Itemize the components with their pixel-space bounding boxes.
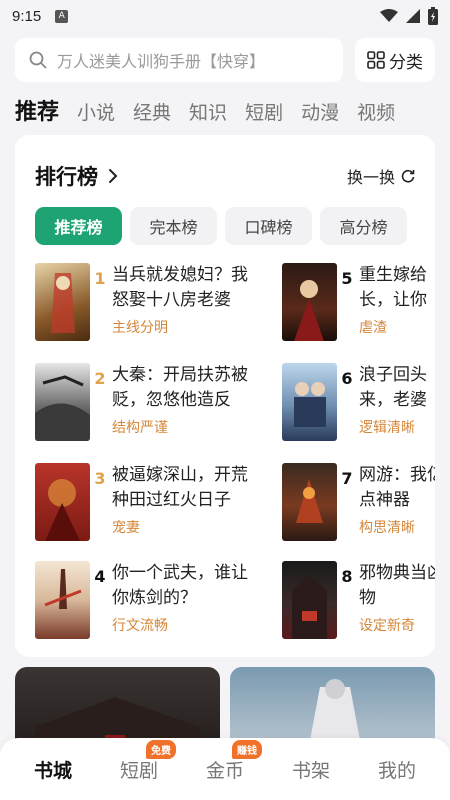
refresh-button[interactable]: 换一换 — [347, 164, 415, 188]
rank-number: 2 — [94, 369, 106, 388]
list-item[interactable]: 3 被逼嫁深山，开荒种田过红火日子宠妻 — [35, 463, 280, 543]
book-cover — [282, 263, 337, 341]
tab-anime[interactable]: 动漫 — [301, 98, 339, 125]
book-title: 被逼嫁深山，开荒种田过红火日子 — [112, 465, 248, 510]
category-label: 分类 — [389, 52, 423, 73]
battery-icon — [428, 7, 438, 25]
book-tag: 逻辑清晰 — [359, 420, 415, 436]
tab-novel[interactable]: 小说 — [77, 98, 115, 125]
earn-badge: 赚钱 — [231, 739, 262, 759]
refresh-icon — [401, 169, 415, 183]
wifi-icon — [380, 9, 398, 22]
book-cover — [282, 561, 337, 639]
ranking-title[interactable]: 排行榜 — [35, 161, 98, 191]
ranking-card: 排行榜 换一换 推荐榜 完本榜 口碑榜 高分榜 1 当兵就发媳妇？我怒娶十八房老… — [15, 135, 435, 657]
book-tag: 主线分明 — [112, 320, 168, 336]
tab-recommend[interactable]: 推荐 — [15, 94, 59, 126]
book-cover — [282, 463, 337, 541]
free-badge: 免费 — [145, 739, 176, 759]
signal-icon — [406, 9, 420, 23]
book-tag: 行文流畅 — [112, 618, 168, 634]
search-row: 万人迷美人训狗手册【快穿】 分类 — [15, 38, 435, 82]
nav-label: 书城 — [33, 759, 72, 782]
chevron-right-icon[interactable] — [108, 168, 118, 184]
list-item[interactable]: 1 当兵就发媳妇？我怒娶十八房老婆主线分明 — [35, 263, 280, 343]
list-item[interactable]: 4 你一个武夫，谁让你炼剑的？ 行文流畅 — [35, 561, 280, 641]
top-tabs: 推荐 小说 经典 知识 短剧 动漫 视频 — [15, 94, 395, 126]
list-item[interactable]: 5 重生嫁给长，让你虐渣 — [282, 263, 435, 343]
pill-high-score[interactable]: 高分榜 — [320, 207, 407, 245]
rank-number: 3 — [94, 469, 106, 488]
book-cover — [282, 363, 337, 441]
status-time: 9:15 — [12, 7, 42, 25]
status-bar: 9:15 A — [0, 0, 450, 32]
pill-recommend[interactable]: 推荐榜 — [35, 207, 122, 245]
search-input[interactable]: 万人迷美人训狗手册【快穿】 — [15, 38, 343, 82]
book-cover — [35, 561, 90, 639]
search-icon — [29, 51, 47, 69]
rank-number: 7 — [341, 469, 353, 488]
book-tag: 构思清晰 — [359, 520, 415, 536]
list-item[interactable]: 2 大秦：开局扶苏被贬，忽悠他造反结构严谨 — [35, 363, 280, 443]
nav-bookstore[interactable]: 书城 — [34, 756, 72, 783]
rank-number: 6 — [341, 369, 353, 388]
nav-bookshelf[interactable]: 书架 — [292, 756, 330, 783]
list-item[interactable]: 6 浪子回头来，老婆逻辑清晰 — [282, 363, 435, 443]
book-title: 大秦：开局扶苏被贬，忽悠他造反 — [112, 365, 248, 410]
book-tag: 设定新奇 — [359, 618, 415, 634]
tab-knowledge[interactable]: 知识 — [189, 98, 227, 125]
book-cover — [35, 463, 90, 541]
ranking-sub-tabs: 推荐榜 完本榜 口碑榜 高分榜 — [35, 207, 407, 245]
nav-profile[interactable]: 我的 — [378, 756, 416, 783]
book-title: 邪物典当凶物 — [359, 563, 435, 608]
nav-coins[interactable]: 金币 赚钱 — [205, 739, 262, 783]
category-button[interactable]: 分类 — [355, 38, 435, 82]
rank-number: 4 — [94, 567, 106, 586]
book-title: 当兵就发媳妇？我怒娶十八房老婆 — [112, 265, 248, 310]
book-title: 网游：我亿点神器 — [359, 465, 435, 510]
list-item[interactable]: 8 邪物典当凶物设定新奇 — [282, 561, 435, 641]
book-tag: 宠妻 — [112, 520, 140, 536]
grid-icon — [367, 51, 385, 69]
list-item[interactable]: 7 网游：我亿点神器构思清晰 — [282, 463, 435, 543]
refresh-label: 换一换 — [346, 168, 395, 187]
rank-number: 5 — [341, 269, 353, 288]
nav-label: 金币 — [205, 759, 244, 782]
book-tag: 虐渣 — [359, 320, 387, 336]
book-title: 重生嫁给长，让你 — [359, 265, 427, 310]
ranking-header: 排行榜 换一换 — [35, 161, 415, 191]
nav-short-drama[interactable]: 短剧 免费 — [119, 739, 176, 783]
book-cover — [35, 363, 90, 441]
nav-label: 我的 — [377, 759, 416, 782]
nav-label: 短剧 — [119, 759, 158, 782]
tab-short-drama[interactable]: 短剧 — [245, 98, 283, 125]
tab-classic[interactable]: 经典 — [133, 98, 171, 125]
rank-number: 1 — [94, 269, 106, 288]
search-placeholder: 万人迷美人训狗手册【快穿】 — [57, 52, 266, 71]
book-title: 你一个武夫，谁让你炼剑的？ — [112, 563, 248, 608]
bottom-nav: 书城 短剧 免费 金币 赚钱 书架 我的 — [0, 738, 450, 800]
book-tag: 结构严谨 — [112, 420, 168, 436]
tab-video[interactable]: 视频 — [357, 98, 395, 125]
book-title: 浪子回头来，老婆 — [359, 365, 427, 410]
nav-label: 书架 — [291, 759, 330, 782]
pill-complete[interactable]: 完本榜 — [130, 207, 217, 245]
pill-reputation[interactable]: 口碑榜 — [225, 207, 312, 245]
notification-icon: A — [55, 9, 69, 23]
book-cover — [35, 263, 90, 341]
rank-number: 8 — [341, 567, 353, 586]
